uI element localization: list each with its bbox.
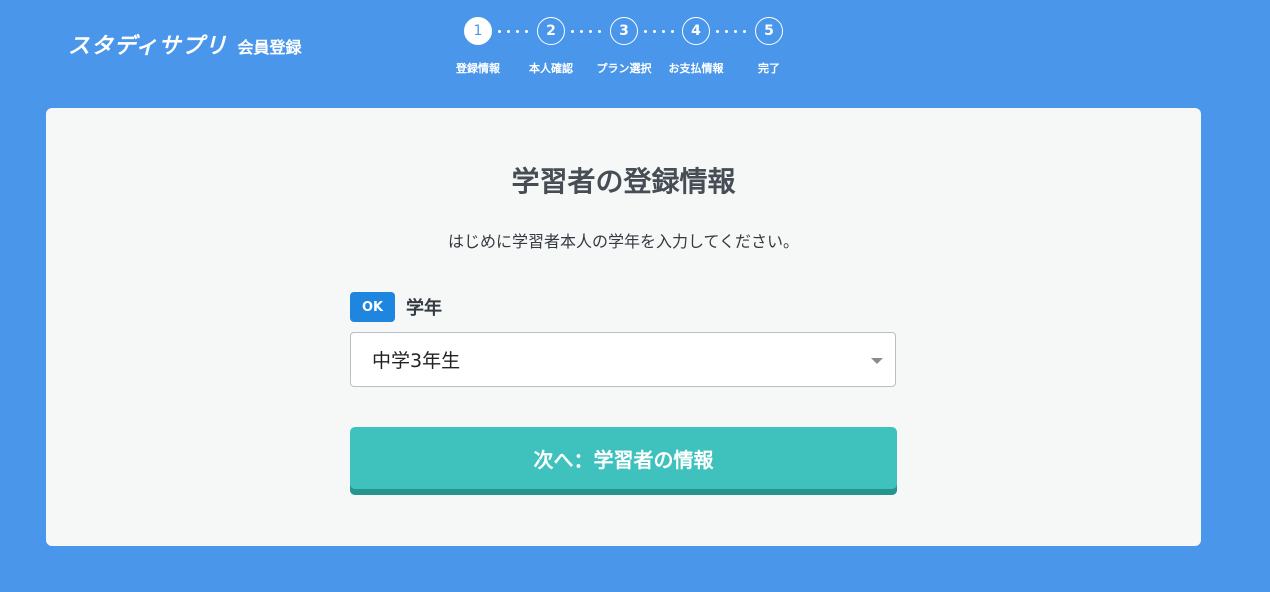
- grade-selected-value: 中学3年生: [372, 350, 461, 372]
- step-1-label: 登録情報: [456, 62, 500, 75]
- grade-label: 学年: [406, 298, 442, 319]
- step-connector: [571, 30, 601, 33]
- step-2-circle: 2: [537, 17, 565, 45]
- ok-badge: OK: [350, 292, 395, 322]
- progress-steps: 1 2 3 4 5 登録情報 本人確認 プラン選択 お支払情報 完了: [0, 0, 1270, 100]
- step-3-circle: 3: [610, 17, 638, 45]
- step-4-circle: 4: [682, 17, 710, 45]
- step-connector: [498, 30, 528, 33]
- step-5-label: 完了: [758, 62, 780, 75]
- registration-card: 学習者の登録情報 はじめに学習者本人の学年を入力してください。 OK 学年 中学…: [46, 108, 1201, 546]
- step-1-circle: 1: [464, 17, 492, 45]
- chevron-down-icon: [871, 358, 883, 364]
- step-2-label: 本人確認: [529, 62, 573, 75]
- step-4-label: お支払情報: [668, 62, 724, 75]
- page-description: はじめに学習者本人の学年を入力してください。: [447, 232, 800, 251]
- grade-field-header: OK 学年: [350, 292, 442, 322]
- page-title: 学習者の登録情報: [511, 165, 736, 198]
- next-button[interactable]: 次へ：学習者の情報: [350, 427, 897, 495]
- grade-select[interactable]: 中学3年生: [350, 332, 896, 387]
- step-connector: [644, 30, 674, 33]
- step-3-label: プラン選択: [596, 62, 652, 75]
- step-5-circle: 5: [755, 17, 783, 45]
- step-connector: [716, 30, 746, 33]
